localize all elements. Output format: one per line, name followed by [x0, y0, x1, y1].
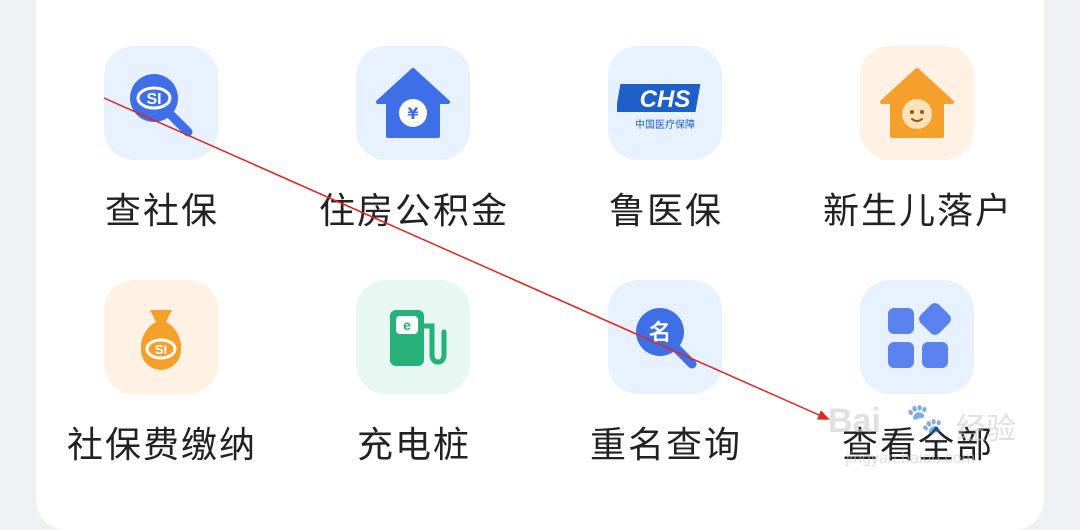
- social-security-payment-icon: SI: [104, 280, 218, 394]
- service-medical-insurance[interactable]: CHS 中国医疗保障 鲁医保: [566, 46, 766, 256]
- service-charging-pile[interactable]: e 充电桩: [314, 280, 514, 490]
- service-housing-fund[interactable]: ¥ 住房公积金: [314, 46, 514, 256]
- service-label: 新生儿落户: [822, 191, 1013, 232]
- service-label: 住房公积金: [318, 191, 509, 232]
- view-all-grid-icon: [860, 280, 974, 394]
- svg-text:¥: ¥: [407, 104, 418, 123]
- svg-text:SI: SI: [155, 342, 167, 357]
- svg-text:e: e: [403, 317, 411, 333]
- service-label: 鲁医保: [608, 191, 723, 232]
- service-newborn-registration[interactable]: 新生儿落户: [818, 46, 1018, 256]
- service-label: 充电桩: [356, 425, 471, 466]
- social-security-search-icon: SI: [104, 46, 218, 160]
- service-label: 查社保: [104, 191, 219, 232]
- service-label: 查看全部: [841, 425, 994, 466]
- service-view-all[interactable]: 查看全部: [818, 280, 1018, 490]
- name-glyph: 名: [649, 320, 671, 346]
- svg-text:SI: SI: [146, 91, 161, 108]
- charging-pile-icon: e: [356, 280, 470, 394]
- service-label: 社保费缴纳: [66, 425, 257, 466]
- service-label: 重名查询: [589, 425, 742, 466]
- chs-logo-text: CHS: [640, 86, 691, 113]
- service-social-security[interactable]: SI 查社保: [62, 46, 262, 256]
- service-duplicate-name-search[interactable]: 名 重名查询: [566, 280, 766, 490]
- duplicate-name-search-icon: 名: [608, 280, 722, 394]
- chs-logo-subtitle: 中国医疗保障: [635, 118, 695, 131]
- chs-medical-insurance-icon: CHS 中国医疗保障: [608, 46, 722, 160]
- housing-fund-icon: ¥: [356, 46, 470, 160]
- newborn-registration-icon: [860, 46, 974, 160]
- service-social-security-payment[interactable]: SI 社保费缴纳: [62, 280, 262, 490]
